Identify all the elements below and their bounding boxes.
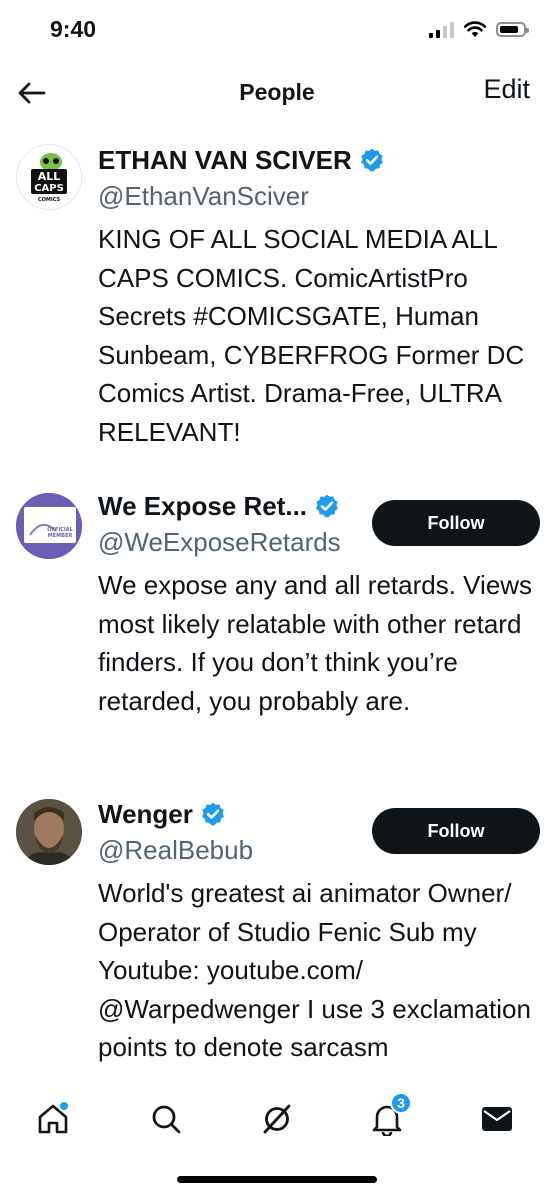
edit-button[interactable]: Edit: [483, 74, 530, 105]
signal-icon: [429, 21, 454, 38]
user-handle: @EthanVanSciver: [98, 181, 309, 211]
logo-word-caps: CAPS: [34, 183, 64, 194]
tab-notifications[interactable]: 3: [364, 1092, 412, 1142]
user-name: ETHAN VAN SCIVER: [98, 144, 352, 175]
status-time: 9:40: [50, 16, 97, 42]
all-caps-comics-logo: ALL CAPS COMICS: [17, 145, 81, 209]
verified-badge-icon: [360, 148, 383, 172]
tab-grok[interactable]: [254, 1096, 300, 1142]
page-title: People: [239, 79, 315, 105]
avatar[interactable]: [16, 799, 82, 865]
home-unread-dot: [58, 1100, 70, 1112]
name-row: We Expose Ret...: [98, 488, 358, 524]
tab-home[interactable]: [30, 1096, 76, 1142]
follow-button[interactable]: Follow: [372, 500, 540, 546]
user-handle: @RealBebub: [98, 835, 254, 865]
user-bio: World's greatest ai animator Owner/ Oper…: [98, 878, 531, 1062]
user-name: Wenger: [98, 798, 193, 829]
avatar-word-member: MEMBER: [48, 533, 73, 539]
user-body: Wenger @RealBebub: [98, 796, 358, 867]
avatar[interactable]: OFFICIAL MEMBER: [16, 493, 82, 559]
user-name: We Expose Ret...: [98, 490, 308, 521]
status-bar: 9:40: [0, 0, 554, 62]
search-icon: [152, 1105, 181, 1134]
header: People Edit: [0, 62, 554, 124]
wifi-icon: [463, 21, 487, 37]
name-row: ETHAN VAN SCIVER: [98, 142, 540, 178]
user-bio: KING OF ALL SOCIAL MEDIA ALL CAPS COMICS…: [98, 224, 525, 447]
we-expose-avatar-logo: OFFICIAL MEMBER: [16, 493, 82, 559]
avatar[interactable]: ALL CAPS COMICS: [16, 144, 82, 210]
verified-badge-icon: [316, 494, 338, 518]
home-indicator[interactable]: [177, 1176, 377, 1183]
tab-messages[interactable]: [474, 1096, 520, 1142]
notifications-badge: 3: [390, 1092, 412, 1114]
status-icons: [429, 20, 529, 38]
name-row: Wenger: [98, 796, 358, 832]
user-handle: @WeExposeRetards: [98, 527, 341, 557]
wenger-avatar-photo: [16, 799, 82, 865]
grok-icon: [263, 1104, 291, 1134]
logo-word-all: ALL: [38, 170, 61, 183]
battery-icon: [496, 21, 529, 37]
user-bio-block: We expose any and all retards. Views mos…: [98, 566, 540, 720]
verified-badge-icon: [201, 802, 224, 826]
user-bio: We expose any and all retards. Views mos…: [98, 570, 533, 716]
user-bio-block: World's greatest ai animator Owner/ Oper…: [98, 874, 540, 1078]
tab-search[interactable]: [143, 1096, 189, 1142]
mail-icon: [482, 1107, 512, 1131]
user-body: We Expose Ret... @WeExposeRetards: [98, 488, 358, 559]
user-body: ETHAN VAN SCIVER @EthanVanSciver KING OF…: [98, 142, 540, 451]
follow-button[interactable]: Follow: [372, 808, 540, 854]
logo-word-comics: COMICS: [38, 197, 61, 203]
